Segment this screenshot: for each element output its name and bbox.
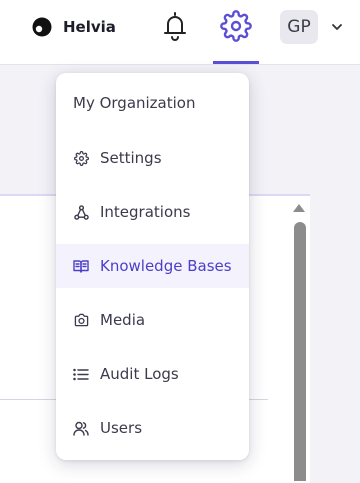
- menu-item-label: Users: [100, 419, 143, 437]
- scroll-up-arrow-icon[interactable]: [292, 203, 306, 213]
- gear-icon[interactable]: [220, 10, 252, 42]
- organization-dropdown-menu: My Organization Settings Integrations Kn…: [56, 73, 249, 460]
- menu-item-label: Audit Logs: [100, 365, 179, 383]
- book-icon: [73, 258, 89, 274]
- chevron-down-icon[interactable]: [330, 20, 344, 34]
- menu-item-settings[interactable]: Settings: [56, 136, 249, 180]
- menu-item-knowledge-bases[interactable]: Knowledge Bases: [56, 244, 249, 288]
- users-icon: [73, 420, 89, 436]
- menu-title: My Organization: [73, 94, 196, 112]
- list-icon: [73, 366, 89, 382]
- menu-item-media[interactable]: Media: [56, 298, 249, 342]
- menu-item-label: Media: [100, 311, 146, 329]
- menu-item-audit-logs[interactable]: Audit Logs: [56, 352, 249, 396]
- menu-item-label: Integrations: [100, 203, 191, 221]
- brand[interactable]: Helvia: [32, 17, 116, 37]
- menu-item-users[interactable]: Users: [56, 406, 249, 450]
- menu-item-label: Knowledge Bases: [100, 257, 232, 275]
- active-tab-indicator: [213, 61, 259, 64]
- menu-item-integrations[interactable]: Integrations: [56, 190, 249, 234]
- top-bar: Helvia GP: [0, 0, 360, 65]
- camera-icon: [73, 312, 89, 328]
- bell-icon[interactable]: [161, 10, 189, 42]
- avatar[interactable]: GP: [280, 10, 318, 44]
- menu-item-label: Settings: [100, 149, 162, 167]
- gear-icon: [73, 150, 89, 166]
- integrations-icon: [73, 204, 89, 220]
- brand-logo-icon: [32, 17, 52, 37]
- scrollbar-thumb[interactable]: [294, 222, 306, 481]
- brand-name: Helvia: [63, 18, 116, 36]
